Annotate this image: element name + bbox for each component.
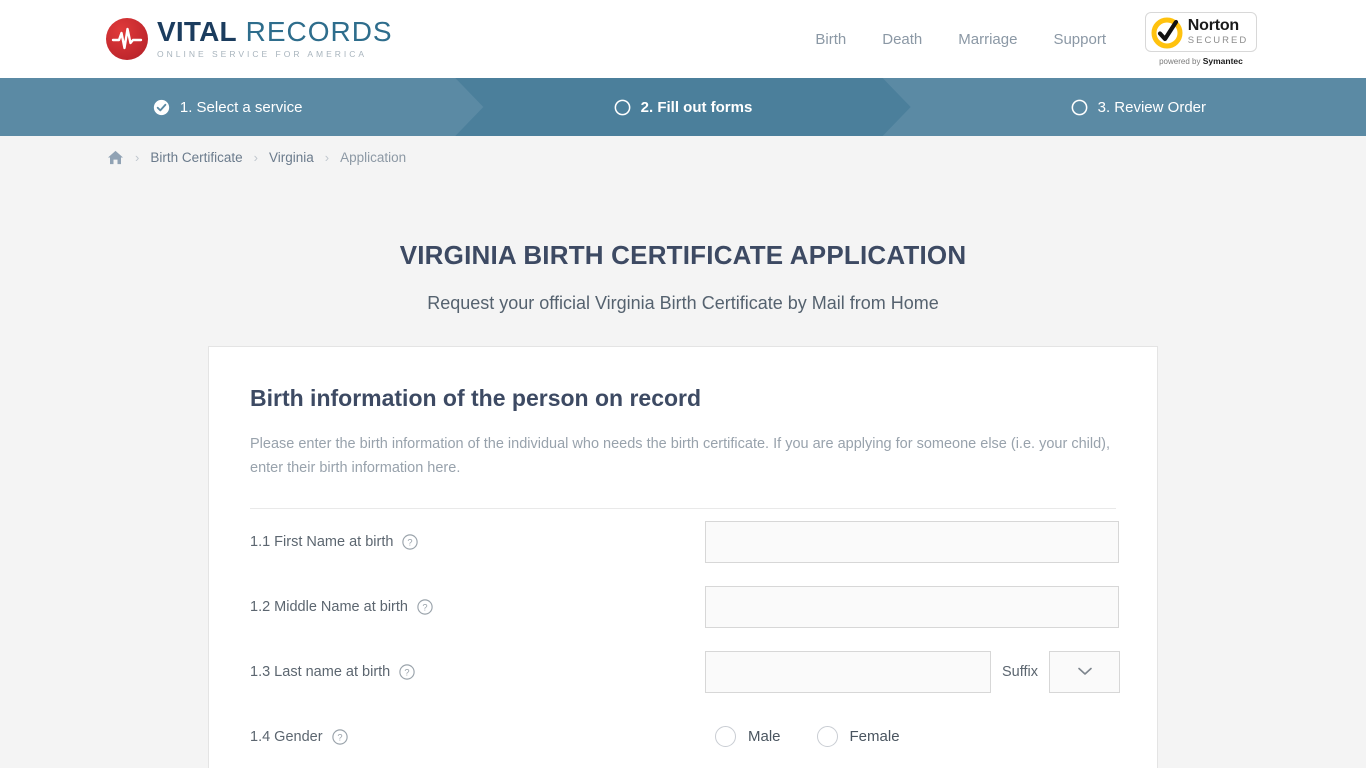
svg-text:?: ? [405, 667, 410, 677]
breadcrumb-separator: › [324, 149, 330, 165]
gender-label-wrap: 1.4 Gender ? [250, 729, 705, 745]
logo-tagline: ONLINE SERVICE FOR AMERICA [157, 48, 368, 59]
middle-name-label-wrap: 1.2 Middle Name at birth ? [250, 599, 705, 615]
suffix-select[interactable] [1049, 650, 1121, 693]
first-name-label-wrap: 1.1 First Name at birth ? [250, 534, 705, 550]
norton-name: Norton [1187, 17, 1239, 35]
breadcrumb-separator: › [135, 149, 140, 165]
middle-name-field-wrap [705, 585, 1119, 628]
norton-powered-prefix: powered by [1159, 57, 1203, 66]
gender-label: 1.4 Gender [250, 728, 323, 745]
site-header: VITAL RECORDS ONLINE SERVICE FOR AMERICA… [0, 0, 1366, 78]
question-circle-icon[interactable]: ? [399, 663, 415, 680]
breadcrumb-separator: › [253, 149, 258, 165]
radio-circle-icon [715, 726, 736, 747]
nav-item-death[interactable]: Death [882, 31, 922, 48]
form-row-last-name: 1.3 Last name at birth ? Suffix [250, 639, 1121, 704]
gender-option-female-label: Female [849, 728, 900, 745]
logo-name-light: RECORDS [236, 15, 393, 47]
check-circle-icon [153, 99, 170, 115]
question-circle-icon[interactable]: ? [402, 533, 419, 550]
breadcrumb-item-birth-certificate[interactable]: Birth Certificate [150, 150, 242, 165]
last-name-input[interactable] [705, 650, 991, 693]
progress-steps: 1. Select a service 2. Fill out forms 3.… [0, 78, 1366, 136]
step-1-select-service[interactable]: 1. Select a service [0, 78, 455, 136]
form-section-title: Birth information of the person on recor… [250, 385, 702, 411]
form-card: Birth information of the person on recor… [208, 346, 1158, 768]
norton-check-icon [1151, 17, 1183, 49]
page-subtitle: Request your official Virginia Birth Cer… [427, 293, 939, 313]
question-circle-icon[interactable]: ? [331, 728, 348, 745]
middle-name-label: 1.2 Middle Name at birth [250, 598, 408, 615]
main-navigation: Birth Death Marriage Support [815, 31, 1106, 48]
empty-circle-icon [614, 99, 631, 116]
first-name-input[interactable] [705, 520, 1119, 563]
form-row-gender: 1.4 Gender ? Male Female [250, 704, 1116, 768]
middle-name-input[interactable] [705, 585, 1119, 628]
breadcrumb: › Birth Certificate › Virginia › Applica… [0, 136, 1366, 178]
form-row-middle-name: 1.2 Middle Name at birth ? [250, 574, 1119, 639]
home-icon [108, 150, 123, 164]
breadcrumb-home-link[interactable] [107, 150, 124, 165]
nav-item-birth[interactable]: Birth [815, 31, 846, 48]
svg-text:?: ? [408, 537, 413, 547]
suffix-label: Suffix [1002, 663, 1039, 680]
page-title: VIRGINIA BIRTH CERTIFICATE APPLICATION [399, 240, 967, 270]
gender-option-male-label: Male [748, 728, 781, 745]
logo-name-bold: VITAL [157, 15, 237, 47]
first-name-label: 1.1 First Name at birth [250, 533, 394, 550]
form-section-description: Please enter the birth information of th… [250, 436, 1110, 476]
chevron-down-icon [1077, 667, 1092, 675]
breadcrumb-item-application: Application [340, 149, 407, 165]
step-3-review-order[interactable]: 3. Review Order [911, 78, 1366, 136]
empty-circle-icon [1071, 99, 1088, 115]
last-name-field-wrap: Suffix [705, 650, 1121, 693]
breadcrumb-item-virginia[interactable]: Virginia [269, 150, 314, 165]
step-2-label: 2. Fill out forms [640, 98, 753, 116]
norton-symantec-brand: Symantec [1202, 56, 1243, 66]
site-logo[interactable]: VITAL RECORDS ONLINE SERVICE FOR AMERICA [106, 15, 393, 61]
step-3-label: 3. Review Order [1097, 98, 1206, 116]
question-circle-icon[interactable]: ? [417, 598, 433, 615]
gender-option-male[interactable]: Male [715, 726, 781, 747]
nav-item-support[interactable]: Support [1053, 31, 1106, 48]
step-1-label: 1. Select a service [179, 98, 303, 116]
step-2-fill-out-forms[interactable]: 2. Fill out forms [455, 78, 910, 136]
gender-radio-group: Male Female [705, 726, 900, 747]
pulse-circle-icon [106, 18, 148, 60]
form-row-first-name: 1.1 First Name at birth ? [250, 509, 1119, 574]
gender-option-female[interactable]: Female [816, 726, 900, 747]
norton-powered-by: powered by Symantec [1159, 56, 1243, 66]
last-name-label: 1.3 Last name at birth [250, 663, 391, 680]
svg-text:?: ? [337, 732, 342, 742]
last-name-label-wrap: 1.3 Last name at birth ? [250, 664, 705, 680]
nav-item-marriage[interactable]: Marriage [958, 31, 1017, 48]
norton-secured-badge[interactable]: Norton SECURED powered by Symantec [1142, 8, 1260, 70]
first-name-field-wrap [705, 520, 1119, 563]
radio-circle-icon [816, 726, 838, 747]
norton-secured-text: SECURED [1187, 35, 1249, 47]
svg-text:?: ? [422, 602, 427, 612]
